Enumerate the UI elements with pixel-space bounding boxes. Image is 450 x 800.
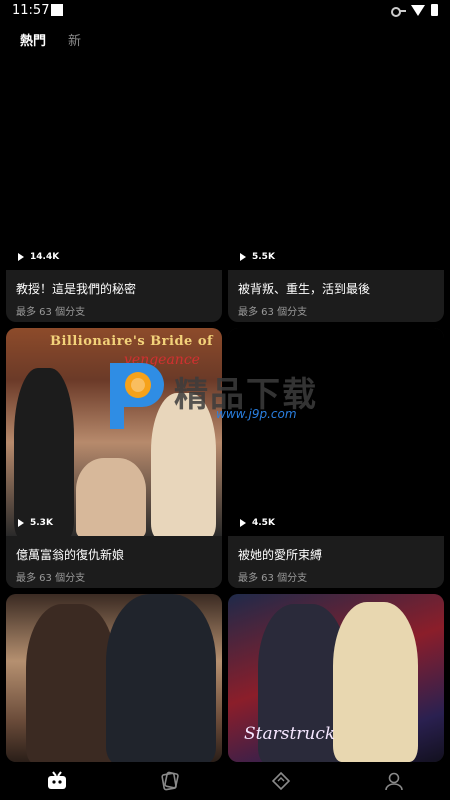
view-count: 5.3K xyxy=(18,518,53,528)
play-icon xyxy=(240,253,246,261)
view-count: 14.4K xyxy=(18,252,59,262)
card-info: 被她的愛所束縛 最多 63 個分支 xyxy=(228,536,444,588)
card-title: 教授！這是我們的秘密 xyxy=(16,282,137,296)
system-icons xyxy=(391,4,438,17)
cover-image xyxy=(228,52,444,270)
story-card[interactable]: 5.5K 被背叛、重生，活到最後 最多 63 個分支 xyxy=(228,52,444,322)
tab-new[interactable]: 新 xyxy=(68,30,81,49)
play-icon xyxy=(18,519,24,527)
cards-icon[interactable] xyxy=(158,770,180,792)
status-bar: 11:57 xyxy=(0,0,450,22)
view-count: 4.5K xyxy=(240,518,275,528)
view-count: 5.5K xyxy=(240,252,275,262)
character-figure xyxy=(106,594,216,762)
vpn-key-icon xyxy=(391,5,406,17)
card-subtitle: 最多 63 個分支 xyxy=(16,573,86,584)
card-subtitle: 最多 63 個分支 xyxy=(238,307,308,318)
story-card[interactable] xyxy=(6,594,222,762)
diamond-icon[interactable] xyxy=(270,770,292,792)
card-title: 被她的愛所束縛 xyxy=(238,548,323,562)
tab-popular[interactable]: 熱門 xyxy=(20,30,46,49)
card-info: 教授！這是我們的秘密 最多 63 個分支 xyxy=(6,270,222,322)
watermark-logo-icon xyxy=(110,363,164,429)
character-figure xyxy=(14,368,74,538)
card-title: 億萬富翁的復仇新娘 xyxy=(16,548,125,562)
card-title: 被背叛、重生，活到最後 xyxy=(238,282,371,296)
clock: 11:57 xyxy=(12,3,50,18)
poster-title: Starstruck xyxy=(244,724,336,744)
character-figure xyxy=(333,602,418,762)
cover-image xyxy=(6,594,222,762)
top-tabs: 熱門 新 xyxy=(20,30,81,49)
play-icon xyxy=(18,253,24,261)
notification-icon xyxy=(51,4,63,16)
story-card[interactable]: Starstruck xyxy=(228,594,444,762)
bottom-navigation xyxy=(0,762,450,800)
watermark-url: www.j9p.com xyxy=(216,407,297,421)
character-figure xyxy=(76,458,146,538)
character-figure xyxy=(26,604,116,762)
profile-icon[interactable] xyxy=(383,770,405,792)
card-info: 億萬富翁的復仇新娘 最多 63 個分支 xyxy=(6,536,222,588)
home-tv-icon[interactable] xyxy=(46,770,68,792)
story-card[interactable]: 14.4K 教授！這是我們的秘密 最多 63 個分支 xyxy=(6,52,222,322)
card-info: 被背叛、重生，活到最後 最多 63 個分支 xyxy=(228,270,444,322)
wifi-icon xyxy=(411,4,425,16)
cover-image xyxy=(6,52,222,270)
card-subtitle: 最多 63 個分支 xyxy=(16,307,86,318)
battery-icon xyxy=(431,4,438,16)
play-icon xyxy=(240,519,246,527)
watermark: 精品下载 www.j9p.com xyxy=(98,355,348,435)
card-subtitle: 最多 63 個分支 xyxy=(238,573,308,584)
poster-title: Billionaire's Bride of xyxy=(50,334,214,349)
cover-image: Starstruck xyxy=(228,594,444,762)
